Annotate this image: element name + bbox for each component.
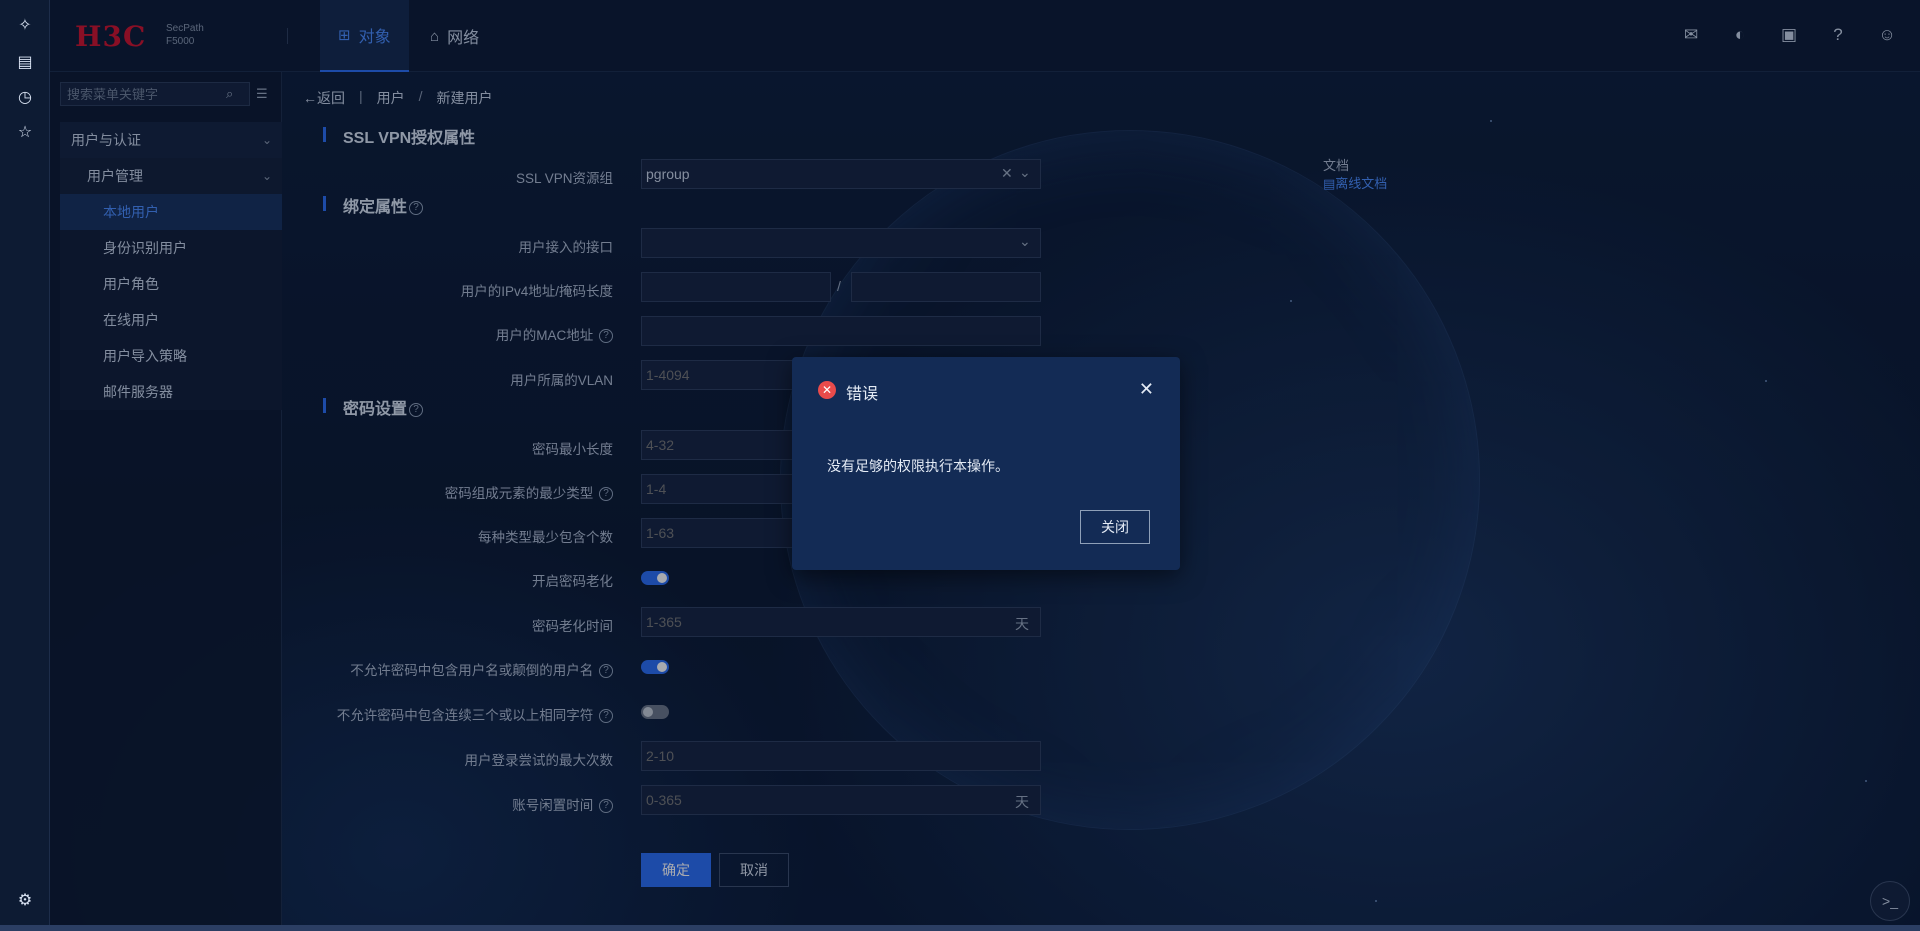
icon-rail: ✧ ▤ ◷ ☆ ⚙ (0, 0, 50, 931)
settings-icon[interactable]: ⚙ (15, 890, 35, 910)
error-dialog: ✕ 错误 ✕ 没有足够的权限执行本操作。 关闭 (792, 357, 1180, 570)
close-icon[interactable]: ✕ (1139, 379, 1154, 400)
sparkle-icon[interactable]: ✧ (15, 15, 35, 35)
dialog-title: 错误 (846, 386, 879, 403)
clock-icon[interactable]: ◷ (15, 87, 35, 107)
bottom-bar (0, 925, 1920, 931)
star-icon[interactable]: ☆ (15, 122, 35, 142)
error-icon: ✕ (818, 381, 836, 399)
network-icon[interactable]: ▤ (15, 52, 35, 72)
dialog-message: 没有足够的权限执行本操作。 (827, 458, 1009, 474)
dialog-close-button[interactable]: 关闭 (1080, 510, 1150, 544)
